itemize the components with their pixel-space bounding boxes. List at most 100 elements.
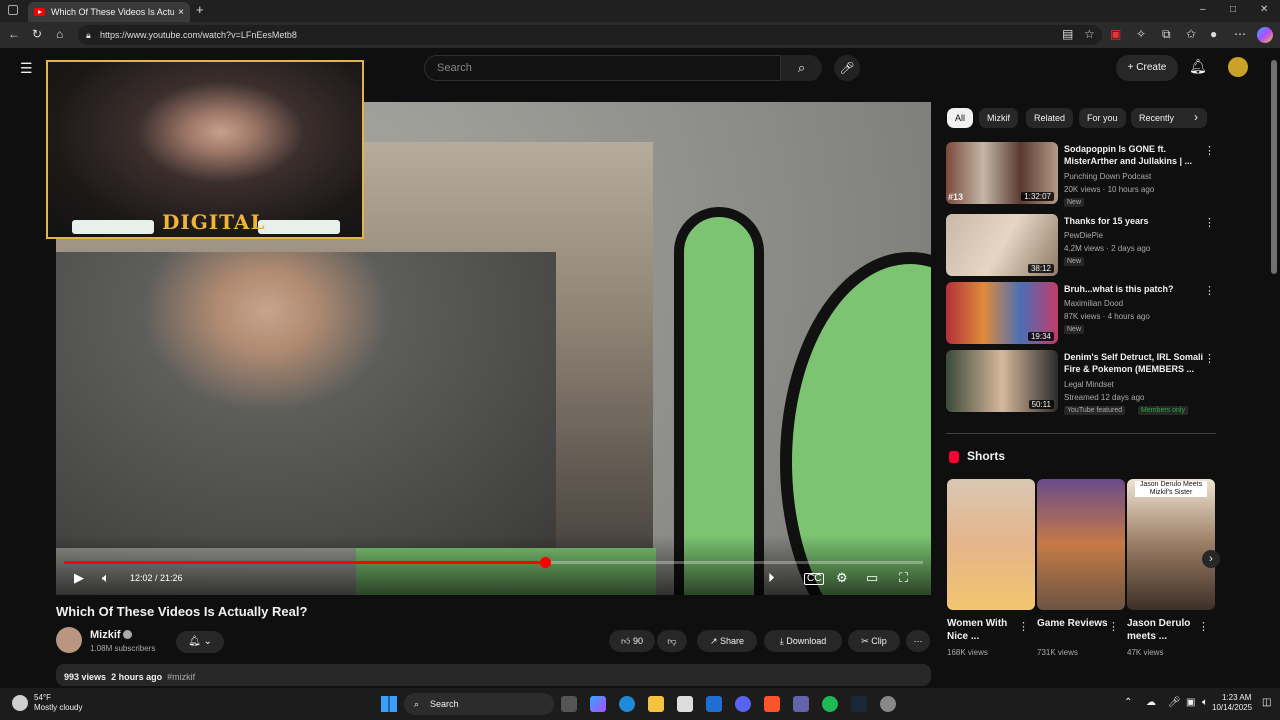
download-button[interactable]: ⤓ Download <box>764 630 842 652</box>
short-title[interactable]: Game Reviews <box>1037 617 1113 630</box>
recommendation-item[interactable]: 19:34 Bruh...what is this patch? Maximil… <box>946 282 1216 346</box>
cloud-icon[interactable]: ☁ <box>1146 697 1156 708</box>
teams-icon[interactable] <box>793 696 809 712</box>
hashtag[interactable]: #mizkif <box>167 672 195 682</box>
recommendation-item[interactable]: 50:11 Denim's Self Detruct, IRL Somali F… <box>946 350 1216 415</box>
volume-icon[interactable]: 🔈︎ <box>102 570 110 586</box>
more-actions-button[interactable]: ⋯ <box>906 630 930 652</box>
short-more-icon[interactable]: ⋮ <box>1108 620 1119 633</box>
app-icon[interactable] <box>880 696 896 712</box>
url-field[interactable]: 🔒︎ https://www.youtube.com/watch?v=LFnEe… <box>78 25 1102 45</box>
page-scrollbar[interactable] <box>1268 48 1280 688</box>
chip-related[interactable]: Related <box>1026 108 1074 128</box>
store-icon[interactable] <box>677 696 693 712</box>
notification-center-icon[interactable]: ◫ <box>1262 697 1271 708</box>
share-button[interactable]: ↗ Share <box>697 630 757 652</box>
task-view-icon[interactable] <box>561 696 577 712</box>
menu-icon[interactable]: ☰ <box>20 60 33 77</box>
play-icon[interactable]: ▶ <box>74 570 84 586</box>
windows-start-icon[interactable] <box>381 696 397 712</box>
copilot-taskbar-icon[interactable] <box>590 696 606 712</box>
favorites-icon[interactable]: ✩ <box>1186 27 1196 41</box>
chevron-up-icon[interactable]: ⌃ <box>1124 697 1132 708</box>
create-button[interactable]: + Create <box>1116 55 1178 81</box>
minimize-icon[interactable]: – <box>1200 4 1206 15</box>
weather-icon[interactable] <box>12 695 28 711</box>
edge-icon[interactable] <box>619 696 635 712</box>
chip-all[interactable]: All <box>947 108 974 128</box>
file-explorer-icon[interactable] <box>648 696 664 712</box>
avatar[interactable] <box>1228 57 1248 77</box>
subscription-bell-button[interactable]: 🔔︎ ⌄ <box>176 631 224 653</box>
outlook-icon[interactable] <box>706 696 722 712</box>
search-button[interactable]: ⌕ <box>781 55 822 81</box>
share-icon: ↗ <box>709 636 720 646</box>
clip-button[interactable]: ✂ Clip <box>848 630 900 652</box>
split-screen-icon[interactable]: ⧉ <box>1162 27 1171 42</box>
chip-for-you[interactable]: For you <box>1079 108 1126 128</box>
extension-puzzle-icon[interactable]: ✧ <box>1136 27 1146 41</box>
tab-actions-icon[interactable] <box>8 5 18 15</box>
copilot-icon[interactable] <box>1257 27 1273 43</box>
chevron-right-icon[interactable]: › <box>1194 110 1198 124</box>
favorite-star-icon[interactable]: ☆ <box>1084 27 1095 41</box>
reader-icon[interactable]: ▤ <box>1062 27 1073 41</box>
autoplay-toggle[interactable]: ⏵ <box>768 570 775 586</box>
address-bar-row: ← ↻ ⌂ 🔒︎ https://www.youtube.com/watch?v… <box>0 22 1280 48</box>
like-button[interactable]: 👍︎ 90 <box>609 630 655 652</box>
short-thumbnail[interactable] <box>1037 479 1125 610</box>
new-tab-icon[interactable]: + <box>196 2 204 17</box>
reload-icon[interactable]: ↻ <box>32 27 42 41</box>
discord-icon[interactable] <box>735 696 751 712</box>
recommendation-item[interactable]: #13 1:32:07 Sodapoppin Is GONE ft. Miste… <box>946 142 1216 207</box>
short-overlay-caption: Jason Derulo Meets Mizkif's Sister <box>1135 481 1207 497</box>
short-title[interactable]: Jason Derulo meets ... <box>1127 617 1203 643</box>
chip-mizkif[interactable]: Mizkif <box>979 108 1018 128</box>
fullscreen-icon[interactable]: ⛶ <box>899 570 908 586</box>
maximize-icon[interactable]: □ <box>1230 4 1236 15</box>
youtube-favicon-icon <box>34 8 45 16</box>
profile-browser-icon[interactable]: ● <box>1210 27 1217 41</box>
channel-avatar[interactable] <box>56 627 82 653</box>
short-more-icon[interactable]: ⋮ <box>1018 620 1029 633</box>
dislike-button[interactable]: 👎︎ <box>657 630 687 652</box>
theater-mode-icon[interactable]: ▭ <box>866 570 878 586</box>
brave-icon[interactable] <box>764 696 780 712</box>
home-icon[interactable]: ⌂ <box>56 27 63 41</box>
close-tab-icon[interactable]: × <box>178 7 184 18</box>
recommendation-meta: Streamed 12 days ago <box>1064 393 1145 402</box>
notifications-bell-icon[interactable]: 🔔︎ <box>1189 58 1207 75</box>
short-title[interactable]: Women With Nice ... <box>947 617 1023 643</box>
network-icon[interactable]: ▣ <box>1186 697 1195 708</box>
scrollbar-thumb[interactable] <box>1271 60 1277 274</box>
channel-name[interactable]: Mizkif <box>90 629 121 641</box>
search-input[interactable]: Search <box>424 55 781 81</box>
spotify-icon[interactable] <box>822 696 838 712</box>
steam-icon[interactable] <box>851 696 867 712</box>
short-thumbnail[interactable]: Jason Derulo Meets Mizkif's Sister <box>1127 479 1215 610</box>
browser-tab[interactable]: Which Of These Videos Is Actuall × <box>28 2 190 22</box>
close-window-icon[interactable]: ✕ <box>1260 4 1268 15</box>
progress-bar[interactable] <box>64 557 923 568</box>
short-more-icon[interactable]: ⋮ <box>1198 620 1209 633</box>
more-options-icon[interactable]: ⋮ <box>1204 144 1215 157</box>
more-icon: ⋯ <box>913 636 923 646</box>
progress-scrubber[interactable] <box>540 557 552 568</box>
microphone-tray-icon[interactable]: 🎤︎ <box>1168 697 1181 708</box>
short-thumbnail[interactable] <box>947 479 1035 610</box>
voice-search-button[interactable]: 🎤︎ <box>834 55 860 81</box>
captions-icon[interactable]: CC <box>804 573 825 585</box>
new-badge: New <box>1064 325 1085 334</box>
settings-gear-icon[interactable]: ⚙ <box>836 570 848 586</box>
more-options-icon[interactable]: ⋮ <box>1204 216 1215 229</box>
more-browser-icon[interactable]: ⋯ <box>1234 27 1246 41</box>
extension-icon[interactable]: ▣ <box>1110 27 1121 41</box>
taskbar-search[interactable]: ⌕ Search <box>404 693 554 715</box>
more-options-icon[interactable]: ⋮ <box>1204 284 1215 297</box>
back-icon[interactable]: ← <box>8 27 20 41</box>
volume-tray-icon[interactable]: 🔈︎ <box>1202 697 1208 708</box>
more-options-icon[interactable]: ⋮ <box>1204 352 1215 365</box>
recommendation-item[interactable]: 38:12 Thanks for 15 years PewDiePie 4.2M… <box>946 214 1216 278</box>
shorts-next-icon[interactable]: › <box>1202 550 1220 568</box>
description-box[interactable]: 993 views 2 hours ago #mizkif <box>56 664 931 686</box>
